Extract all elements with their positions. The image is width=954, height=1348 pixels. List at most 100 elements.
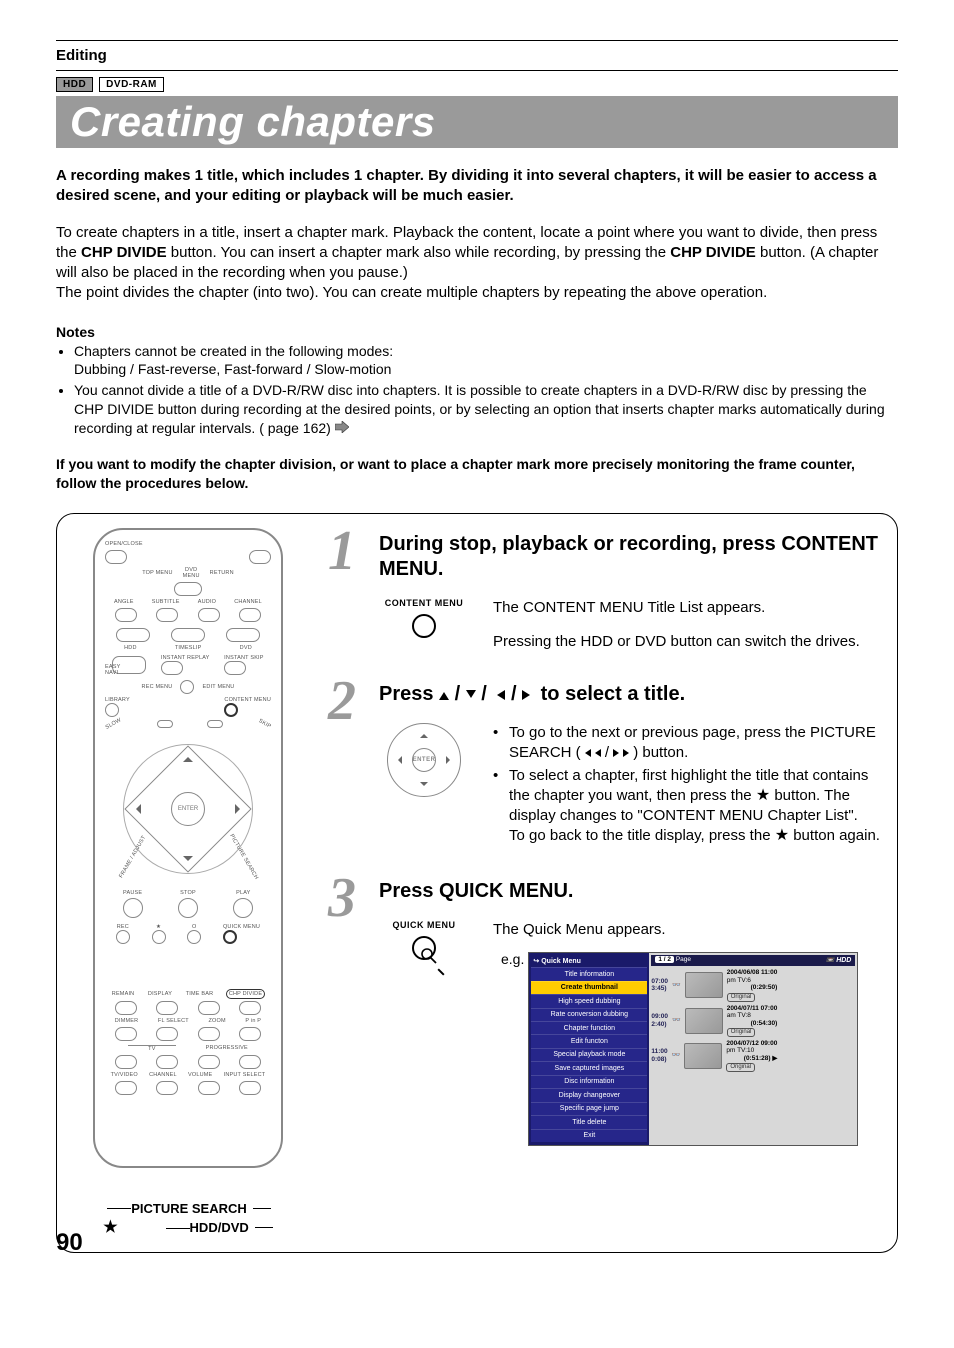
up-arrow-icon: [183, 752, 193, 762]
quick-menu-button-illustration: QUICK MENU: [379, 920, 469, 960]
stop-button-icon: [178, 898, 198, 918]
remote-label: HDD: [124, 645, 137, 651]
button-circle-icon: [412, 614, 436, 638]
remote-label: OPEN/CLOSE: [105, 541, 143, 547]
content-menu-button-illustration: CONTENT MENU: [379, 598, 469, 638]
remote-label: SLOW: [105, 717, 123, 731]
remain-button-icon: [115, 1001, 137, 1015]
vol-up-button-icon: [198, 1055, 220, 1069]
chp-divide-label: CHP DIVIDE: [81, 244, 167, 261]
enter-icon: ENTER: [412, 748, 436, 772]
procedure-box: OPEN/CLOSE TOP MENU DVD MENU RETURN ANGL…: [56, 513, 898, 1253]
right-arrow-icon: [522, 690, 535, 700]
step-title: Press / / / to select a title.: [379, 682, 881, 707]
up-arrow-button-icon: [174, 582, 202, 596]
remote-label: EDIT MENU: [202, 684, 234, 690]
progressive-button-icon: [239, 1055, 261, 1069]
quick-menu-item: Special playback mode: [531, 1048, 647, 1061]
fastforward-icon: [613, 744, 633, 761]
remote-label: TIME BAR: [186, 991, 214, 997]
step-1: 1 During stop, playback or recording, pr…: [319, 528, 881, 653]
chp-divide-label-box: CHP DIVIDE: [227, 990, 264, 998]
drive-indicator: 📼 HDD: [826, 956, 852, 965]
media-badges: HDD DVD-RAM: [56, 77, 898, 92]
body-paragraph-1: To create chapters in a title, insert a …: [56, 223, 898, 304]
eject-button-icon: [105, 550, 127, 564]
badge-dvdram: DVD-RAM: [99, 77, 164, 92]
page-title: Creating chapters: [56, 96, 898, 148]
dpad-illustration: ENTER FRAME / ADJUST PICTURE SEARCH: [113, 734, 263, 884]
enter-button-icon: ENTER: [171, 792, 205, 826]
instant-skip-button-icon: [224, 661, 246, 675]
step-number: 3: [319, 875, 365, 1146]
remote-control-illustration: OPEN/CLOSE TOP MENU DVD MENU RETURN ANGL…: [93, 528, 283, 1168]
note-item: Chapters cannot be created in the follow…: [74, 342, 898, 380]
left-arrow-icon: [492, 690, 505, 700]
down-arrow-icon: [466, 690, 476, 703]
up-arrow-icon: [420, 730, 428, 738]
remote-label: FL SELECT: [158, 1018, 189, 1024]
page-number: 90: [56, 1229, 83, 1257]
slow-fwd-icon: [207, 720, 223, 728]
recmenu-button-icon: [180, 680, 194, 694]
remote-label: TIMESLIP: [175, 645, 202, 651]
flselect-button-icon: [156, 1027, 178, 1041]
remote-label: DVD MENU: [183, 567, 200, 579]
remote-label: AUDIO: [198, 599, 216, 605]
right-arrow-icon: [446, 756, 454, 764]
step-text: The Quick Menu appears. e.g. ↪ Quick Men…: [493, 920, 881, 1146]
subtitle-button-icon: [156, 608, 178, 622]
quick-menu-screenshot: ↪ Quick Menu Title informationCreate thu…: [528, 952, 858, 1146]
step-title: Press QUICK MENU.: [379, 879, 881, 904]
remote-label: PROGRESSIVE: [206, 1045, 248, 1051]
thumbnail-icon: [685, 1008, 723, 1034]
audio-button-icon: [198, 608, 220, 622]
pinp-button-icon: [239, 1027, 261, 1041]
remote-column: OPEN/CLOSE TOP MENU DVD MENU RETURN ANGL…: [73, 528, 303, 1236]
text: button. You can insert a chapter mark al…: [167, 244, 671, 261]
power-button-icon: [249, 550, 271, 564]
remote-label: SUBTITLE: [152, 599, 180, 605]
thumbnail-icon: [684, 1043, 722, 1069]
menu-arrow-icon: ↪: [533, 957, 539, 966]
angle-button-icon: [115, 608, 137, 622]
rule: [56, 40, 898, 41]
hdd-button-icon: [116, 628, 150, 642]
remote-callouts: PICTURE SEARCH ★HDD/DVD: [73, 1201, 303, 1236]
callout-picture-search: PICTURE SEARCH: [131, 1201, 247, 1216]
title-card: 09:002:40) 👓 2004/07/11 07:00 am TV:8 (0…: [651, 1005, 855, 1037]
section-heading: Editing: [56, 47, 898, 64]
pause-button-icon: [123, 898, 143, 918]
page-indicator: 1 / 2: [655, 956, 674, 963]
rewind-icon: [581, 744, 601, 761]
remote-label: INSTANT SKIP: [224, 655, 263, 661]
remote-label: LIBRARY: [105, 697, 130, 703]
notes-heading: Notes: [56, 324, 898, 340]
quick-menu-item: Exit: [531, 1129, 647, 1142]
step-3: 3 Press QUICK MENU. QUICK MENU The Quick…: [319, 875, 881, 1146]
chpdivide-button-icon: [239, 1001, 261, 1015]
remote-label: INSTANT REPLAY: [161, 655, 210, 661]
dvd-button-icon: [226, 628, 260, 642]
remote-label: DIMMER: [115, 1018, 139, 1024]
quick-menu-item: Save captured images: [531, 1061, 647, 1074]
remote-label: CHANNEL: [234, 599, 262, 605]
o-button-icon: [187, 930, 201, 944]
quick-menu-item: Display changeover: [531, 1088, 647, 1101]
remote-label: ★: [152, 924, 166, 930]
title-card: 11:000:08) 👓 2004/07/12 09:00 pm TV:10 (…: [651, 1040, 855, 1072]
timebar-button-icon: [198, 1001, 220, 1015]
remote-label: REMAIN: [112, 991, 135, 997]
library-button-icon: [105, 703, 119, 717]
remote-label: ANGLE: [114, 599, 134, 605]
title-card: 07:003:45) 👓 2004/06/08 11:00 pm TV:6 (0…: [651, 969, 855, 1001]
quick-menu-item: Rate conversion dubbing: [531, 1008, 647, 1021]
quick-menu-item: Title delete: [531, 1115, 647, 1128]
right-arrow-icon: [235, 804, 245, 814]
quick-menu-button-icon: [223, 930, 237, 944]
title-list-panel: 1 / 2 Page 📼 HDD 07:003:45) 👓 2004/06/08…: [649, 953, 857, 1145]
thumbnail-icon: [685, 972, 723, 998]
remote-label: SKIP: [257, 718, 272, 730]
remote-label: REC: [116, 924, 130, 930]
up-arrow-icon: [439, 687, 449, 700]
